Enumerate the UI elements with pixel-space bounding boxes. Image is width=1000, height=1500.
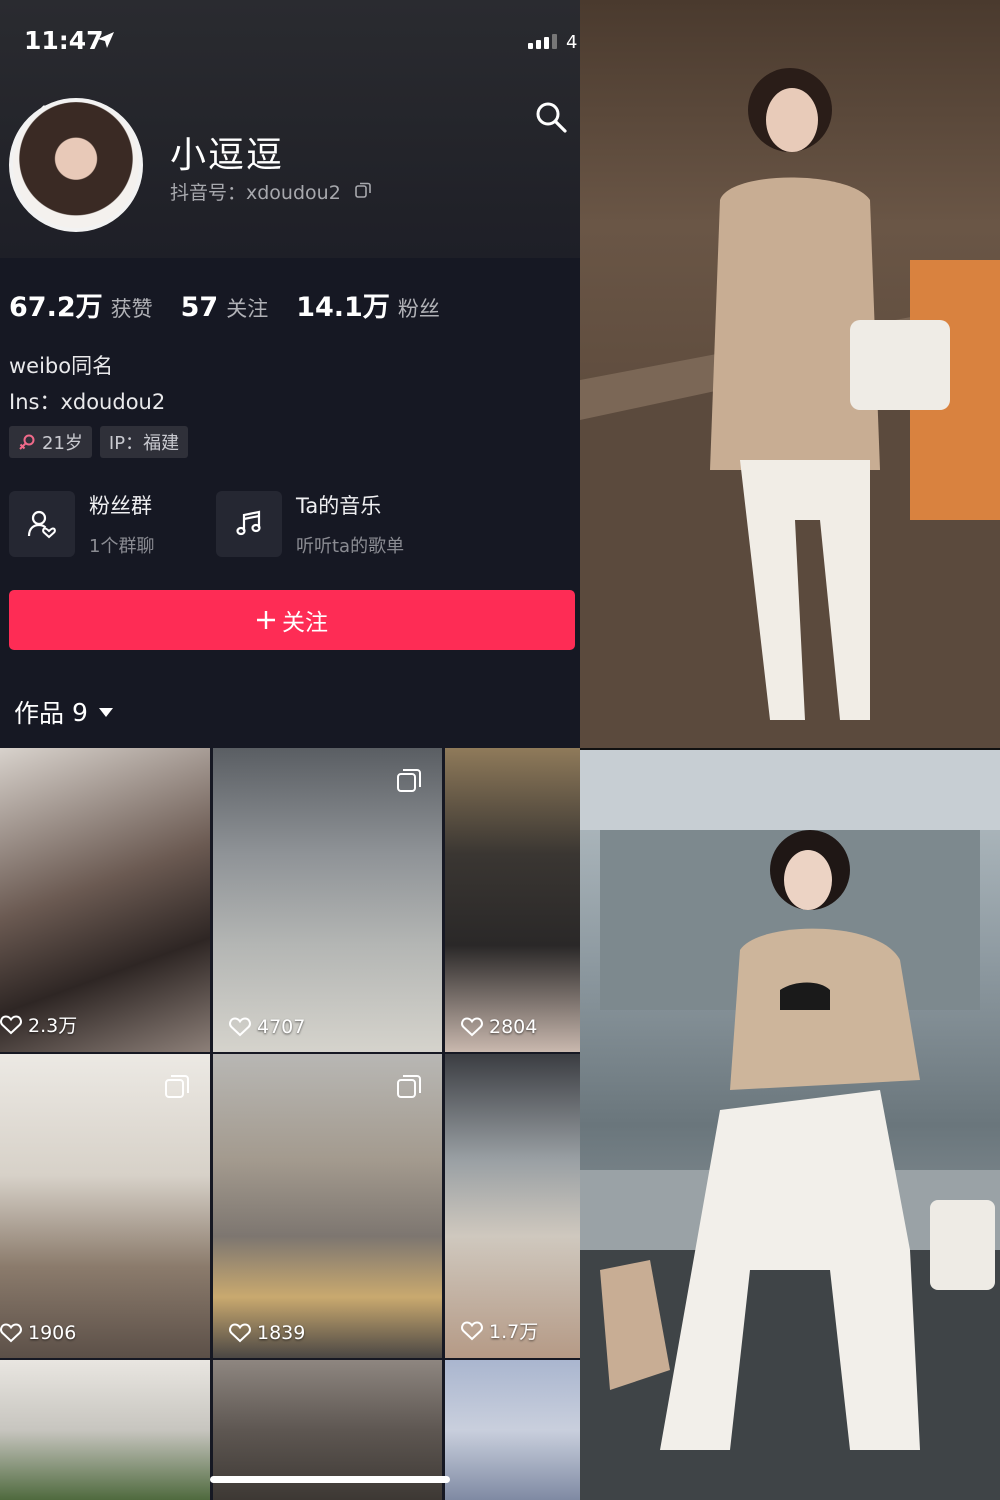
video-tile[interactable] [445, 1360, 580, 1500]
like-count: 1839 [229, 1322, 305, 1344]
heart-icon [461, 1017, 483, 1037]
multi-image-icon [165, 1075, 189, 1098]
signal-icon [528, 34, 557, 49]
ip-text: IP：福建 [108, 433, 180, 454]
heart-icon [229, 1323, 251, 1343]
like-count: 1.7万 [461, 1317, 538, 1344]
stat-label: 获赞 [110, 297, 153, 321]
profile-tags: 21岁 IP：福建 [9, 426, 189, 458]
profile-bio: weibo同名 Ins：xdoudou2 [9, 348, 165, 420]
heart-icon [229, 1017, 251, 1037]
follow-button[interactable]: 关注 [9, 590, 575, 650]
like-count-text: 2804 [489, 1016, 538, 1038]
follow-label: 关注 [282, 610, 328, 636]
age-tag: 21岁 [9, 426, 92, 458]
stat-number: 67.2万 [9, 292, 103, 323]
video-tile[interactable] [0, 1360, 210, 1500]
music-entry[interactable]: Ta的音乐 听听ta的歌单 [216, 490, 404, 558]
home-indicator [210, 1476, 450, 1483]
music-icon-box [216, 491, 282, 557]
avatar[interactable] [9, 98, 143, 232]
age-text: 21岁 [42, 433, 83, 454]
like-count-text: 4707 [257, 1016, 306, 1038]
like-count: 2804 [461, 1016, 537, 1038]
photo-outdoor [580, 750, 1000, 1500]
multi-image-icon [397, 769, 421, 792]
heart-icon [0, 1014, 22, 1034]
video-tile[interactable]: 1906 [0, 1054, 210, 1358]
heart-icon [461, 1320, 483, 1340]
fan-group-icon-box [9, 491, 75, 557]
copy-icon[interactable] [355, 182, 371, 198]
profile-nickname: 小逗逗 [170, 135, 285, 176]
video-tile[interactable]: 2.3万 [0, 748, 210, 1052]
heart-icon [0, 1323, 22, 1343]
multi-image-icon [397, 1075, 421, 1098]
bio-line: weibo同名 [9, 354, 114, 378]
search-icon[interactable] [534, 100, 568, 134]
video-tile[interactable]: 4707 [213, 748, 442, 1052]
stat-likes[interactable]: 67.2万 获赞 [9, 285, 153, 324]
like-count: 1906 [0, 1322, 76, 1344]
stat-label: 粉丝 [397, 297, 440, 321]
stat-number: 57 [180, 292, 219, 323]
like-count-text: 1.7万 [489, 1321, 539, 1343]
like-count: 4707 [229, 1016, 305, 1038]
profile-stats: 67.2万 获赞 57 关注 14.1万 粉丝 [9, 285, 468, 324]
stat-number: 14.1万 [296, 292, 390, 323]
photo-outdoor-scene [580, 750, 1000, 1500]
photo-cafe-scene [580, 68, 1000, 748]
dropdown-triangle-icon [98, 708, 113, 717]
douyin-id: 抖音号：xdoudou2 [170, 182, 341, 204]
like-count: 2.3万 [0, 1011, 77, 1038]
video-tile[interactable]: 1.7万 [445, 1054, 580, 1358]
like-count-text: 1839 [257, 1322, 306, 1344]
battery-indicator: 4 [566, 32, 578, 53]
location-arrow-icon [98, 32, 114, 48]
feature-title: 粉丝群 [89, 494, 152, 518]
feature-title: Ta的音乐 [296, 494, 382, 518]
stat-label: 关注 [226, 297, 269, 321]
music-note-icon [236, 510, 261, 536]
video-tile[interactable]: 2804 [445, 748, 580, 1052]
profile-screen: 11:47 4 小逗逗 抖音号：xdoudou2 67.2万 获赞 57 关注 … [0, 0, 580, 1500]
female-icon [19, 434, 35, 450]
status-time: 11:47 [24, 26, 104, 55]
feature-subtitle: 1个群聊 [89, 536, 155, 557]
stat-following[interactable]: 57 关注 [181, 292, 269, 323]
fan-group-entry[interactable]: 粉丝群 1个群聊 [9, 490, 154, 558]
works-count: 9 [72, 697, 88, 727]
like-count-text: 1906 [28, 1322, 77, 1344]
works-tab[interactable]: 作品 9 [14, 694, 114, 730]
works-label: 作品 [14, 699, 65, 728]
like-count-text: 2.3万 [28, 1015, 78, 1037]
photo-cafe [580, 0, 1000, 748]
bio-line: Ins：xdoudou2 [9, 390, 166, 414]
video-tile[interactable]: 1839 [213, 1054, 442, 1358]
feature-subtitle: 听听ta的歌单 [296, 536, 405, 557]
plus-icon [257, 611, 275, 629]
stat-followers[interactable]: 14.1万 粉丝 [296, 285, 440, 324]
fan-group-icon [27, 510, 56, 539]
ip-tag: IP：福建 [99, 426, 189, 458]
